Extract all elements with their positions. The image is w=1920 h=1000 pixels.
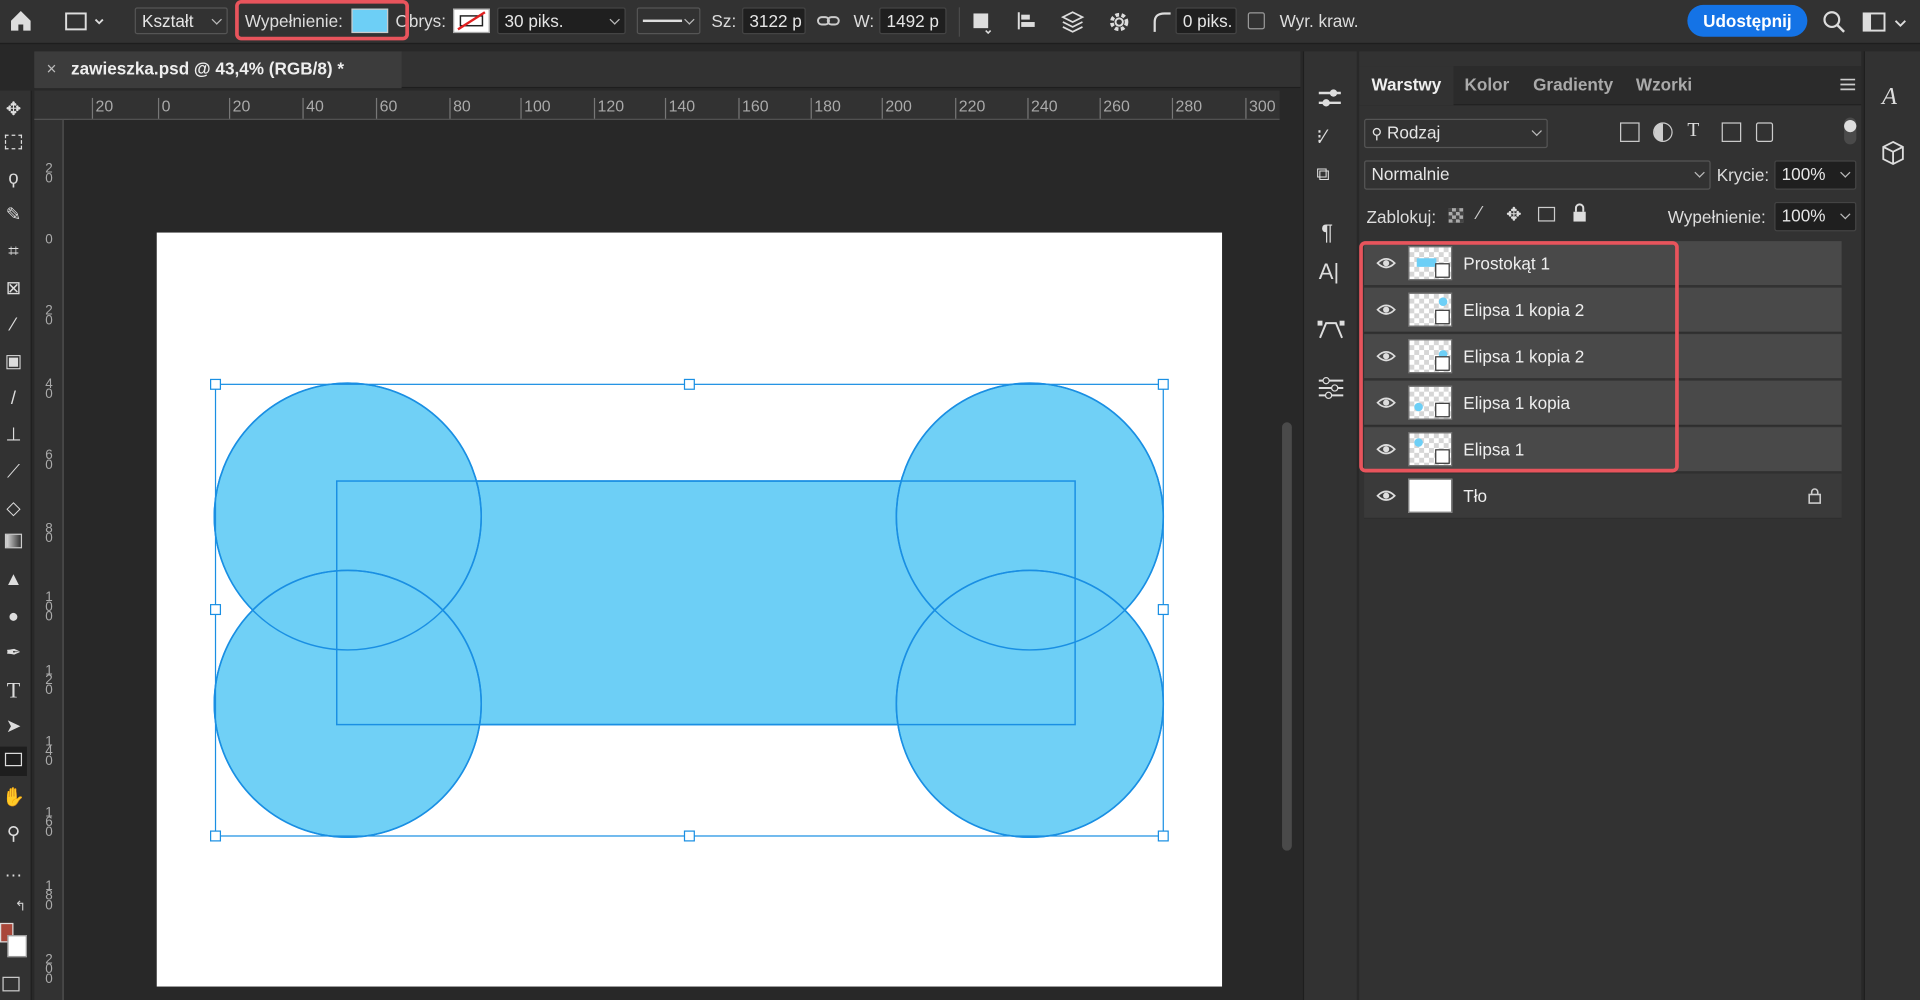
adjustments-icon[interactable] <box>1316 375 1345 402</box>
handle-top-left[interactable] <box>210 378 222 390</box>
character-icon[interactable]: A| <box>1319 259 1339 285</box>
panel-icon-strip: ⁝⁄ ⧉ ¶ A| <box>1302 51 1357 1000</box>
brush-settings-icon[interactable]: ⁝⁄ <box>1316 125 1326 149</box>
lock-transparency-icon[interactable] <box>1448 208 1464 223</box>
search-icon[interactable] <box>1822 10 1846 34</box>
handle-bottom-right[interactable] <box>1157 830 1169 842</box>
handle-middle-left[interactable] <box>210 604 222 616</box>
layer-filter-select[interactable]: ⚲ Rodzaj <box>1364 118 1548 149</box>
handle-middle-right[interactable] <box>1157 604 1169 616</box>
handle-top-right[interactable] <box>1157 378 1169 390</box>
filter-adjustment-icon[interactable] <box>1653 122 1673 142</box>
properties-icon[interactable] <box>1316 86 1345 113</box>
layer-lock-icon[interactable] <box>1807 487 1822 504</box>
3d-cube-icon[interactable] <box>1880 140 1907 167</box>
handle-top-center[interactable] <box>683 378 695 390</box>
visibility-eye-icon[interactable] <box>1376 486 1396 506</box>
lock-label: Zablokuj: <box>1366 206 1437 227</box>
align-edges-label: Wyr. kraw. <box>1279 11 1359 31</box>
glyphs-icon[interactable]: A <box>1882 83 1897 111</box>
panel-menu-icon[interactable] <box>1839 76 1856 91</box>
workspace-chevron-icon[interactable] <box>1893 15 1908 28</box>
ellipse-bottom-right[interactable] <box>895 569 1165 839</box>
share-button[interactable]: Udostępnij <box>1687 4 1808 37</box>
tab-color[interactable]: Kolor <box>1452 66 1521 105</box>
opacity-label: Krycie: <box>1716 165 1770 185</box>
filter-type-icon[interactable]: T <box>1687 120 1699 142</box>
blend-mode-select[interactable]: Normalnie <box>1364 160 1711 190</box>
workspace-icon[interactable] <box>1861 10 1888 34</box>
paragraph-icon[interactable]: ¶ <box>1321 220 1333 246</box>
lock-pixels-icon[interactable]: ⁄ <box>1478 203 1481 224</box>
layer-row-tlo[interactable]: Tło <box>1364 473 1842 519</box>
fill-highlight-box <box>235 0 409 41</box>
layers-highlight-box <box>1359 241 1679 473</box>
filter-shape-icon[interactable] <box>1721 122 1742 142</box>
paths-icon[interactable] <box>1316 316 1345 343</box>
right-icon-strip: A <box>1863 51 1920 1000</box>
filter-toggle[interactable] <box>1844 117 1857 145</box>
panel-tabs: Warstwy Kolor Gradienty Wzorki <box>1359 66 1862 106</box>
shape-artwork[interactable] <box>0 0 1280 1000</box>
filter-smart-object-icon[interactable] <box>1755 122 1774 142</box>
vertical-scrollbar[interactable] <box>1282 422 1292 851</box>
tab-gradients[interactable]: Gradienty <box>1521 66 1626 105</box>
opacity-field[interactable]: 100% <box>1774 160 1857 190</box>
lock-position-icon[interactable]: ✥ <box>1506 203 1521 225</box>
lock-all-icon[interactable] <box>1571 203 1588 223</box>
layer-name: Tło <box>1463 485 1488 506</box>
ellipse-bottom-left[interactable] <box>213 569 483 839</box>
clone-source-icon[interactable]: ⧉ <box>1316 164 1329 185</box>
layer-thumbnail <box>1408 478 1453 513</box>
handle-bottom-center[interactable] <box>683 830 695 842</box>
filter-pixel-icon[interactable] <box>1620 122 1640 142</box>
tab-layers[interactable]: Warstwy <box>1359 66 1454 106</box>
fill-field[interactable]: 100% <box>1774 201 1857 232</box>
layers-panel: Warstwy Kolor Gradienty Wzorki ⚲ Rodzaj … <box>1359 51 1862 1000</box>
handle-bottom-left[interactable] <box>210 830 222 842</box>
tab-patterns[interactable]: Wzorki <box>1624 66 1705 105</box>
filter-search-icon: ⚲ <box>1371 124 1383 142</box>
lock-artboard-icon[interactable] <box>1537 206 1556 222</box>
fill-label: Wypełnienie: <box>1667 206 1766 227</box>
